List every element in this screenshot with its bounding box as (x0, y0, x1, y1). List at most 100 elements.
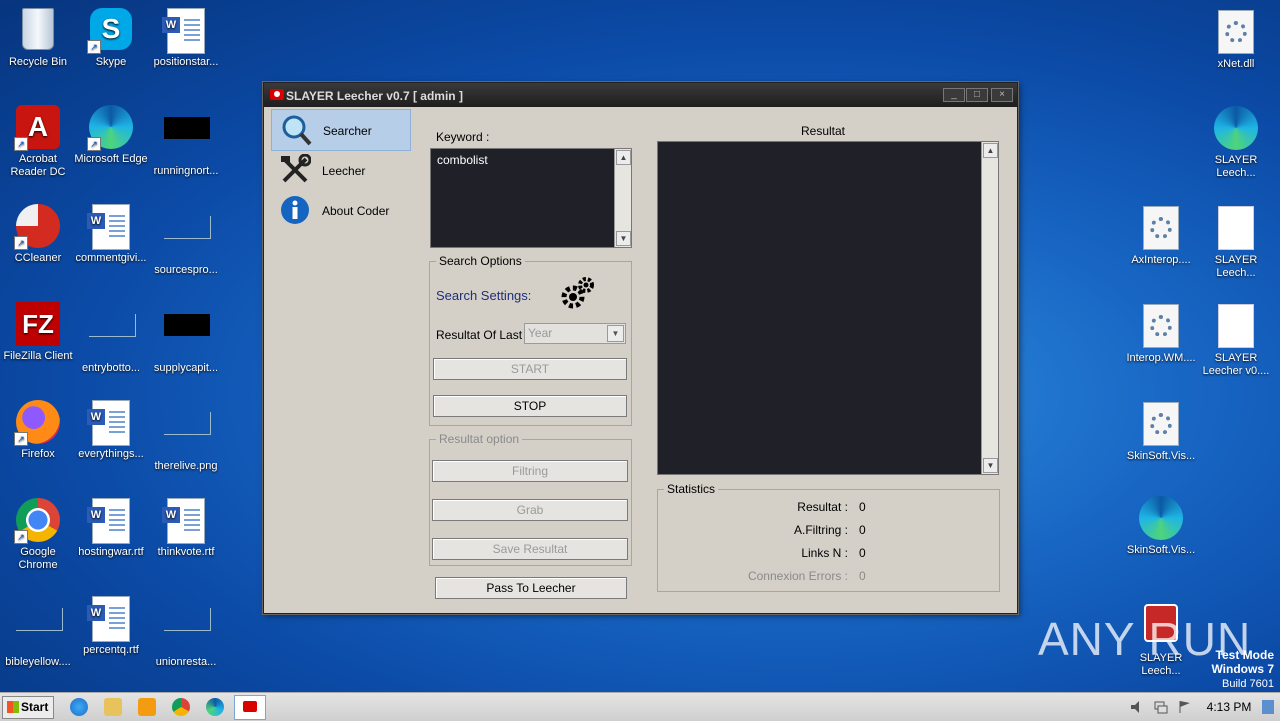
pass-to-leecher-button[interactable]: Pass To Leecher (435, 577, 627, 599)
blank-file-icon[interactable]: SLAYER Leech... (1198, 206, 1274, 280)
results-scrollbar[interactable]: ▲ ▼ (981, 142, 998, 474)
search-options-legend: Search Options (439, 254, 522, 268)
resultat-option-legend: Resultat option (439, 432, 520, 446)
desktop-icon-label: runningnort... (153, 165, 219, 177)
recycle-bin-icon[interactable]: Recycle Bin (0, 8, 76, 69)
slayer-taskbar-button[interactable] (234, 695, 266, 720)
word-doc-icon[interactable]: W everythings... (73, 400, 149, 461)
dll-file-icon[interactable]: AxInterop.... (1123, 206, 1199, 267)
file-icon[interactable]: entrybotto... (73, 302, 149, 375)
dll-file-icon[interactable]: xNet.dll (1198, 10, 1274, 71)
edge-icon[interactable]: SLAYER Leech... (1198, 106, 1274, 180)
word-doc-icon[interactable]: W thinkvote.rtf (148, 498, 224, 559)
stat-afiltring-label: A.Filtring : (793, 523, 848, 537)
recycle-bin-graphic (16, 8, 60, 52)
period-dropdown[interactable]: Year ▼ (524, 323, 626, 344)
grab-button[interactable]: Grab (432, 499, 628, 521)
ccleaner-icon[interactable]: ↗ CCleaner (0, 204, 76, 265)
file-icon[interactable]: sourcespro... (148, 204, 224, 277)
maximize-button[interactable]: □ (966, 88, 988, 102)
edge-taskbar-icon[interactable] (206, 698, 224, 716)
word-doc-icon[interactable]: W commentgivi... (73, 204, 149, 265)
windows-logo-icon (7, 701, 19, 713)
scroll-up-arrow-icon[interactable]: ▲ (616, 150, 631, 165)
stat-links-label: Links N : (801, 546, 848, 560)
magnifier-icon (280, 114, 312, 146)
start-button[interactable]: START (433, 358, 627, 380)
action-center-flag-icon[interactable] (1178, 700, 1192, 714)
search-settings-link[interactable]: Search Settings: (436, 288, 531, 303)
desktop-icon-label: SLAYER Leech... (1214, 254, 1258, 279)
tools-icon (279, 153, 312, 186)
scroll-down-arrow-icon[interactable]: ▼ (616, 231, 631, 246)
desktop-icon-label: Acrobat Reader DC (10, 153, 66, 178)
dll-file-icon[interactable]: Interop.WM.... (1123, 304, 1199, 365)
internet-explorer-icon[interactable] (70, 698, 88, 716)
desktop-icon-label: commentgivi... (75, 252, 147, 264)
file-icon[interactable]: unionresta... (148, 596, 224, 669)
desktop-icon-label: supplycapit... (153, 362, 219, 374)
desktop-icon-label: Google Chrome (18, 546, 58, 571)
blank-file-icon[interactable]: SLAYER Leecher v0.... (1198, 304, 1274, 378)
scroll-down-arrow-icon[interactable]: ▼ (983, 458, 998, 473)
network-icon[interactable] (1154, 700, 1168, 714)
title-bar[interactable]: SLAYER Leecher v0.7 [ admin ] _ □ × (264, 83, 1017, 107)
desktop-icon-label: Interop.WM.... (1126, 352, 1196, 364)
desktop-icon-label: Firefox (21, 448, 55, 460)
desktop-icon-label: AxInterop.... (1131, 254, 1191, 266)
start-button[interactable]: Start (2, 696, 54, 719)
nav-label: About Coder (322, 204, 390, 218)
filezilla-icon[interactable]: FZ FileZilla Client (0, 302, 76, 363)
filtring-button[interactable]: Filtring (432, 460, 628, 482)
file-icon[interactable]: supplycapit... (148, 302, 224, 375)
desktop-icon-label: Skype (95, 56, 127, 68)
close-button[interactable]: × (991, 88, 1013, 102)
show-desktop-button[interactable] (1262, 700, 1274, 714)
edge-icon[interactable]: SkinSoft.Vis... (1123, 496, 1199, 557)
word-doc-icon[interactable]: W positionstar... (148, 8, 224, 69)
desktop-icon-label: SLAYER Leecher v0.... (1202, 352, 1270, 377)
file-icon[interactable]: bibleyellow.... (0, 596, 76, 669)
period-value: Year (528, 326, 553, 340)
desktop-icon-label: SLAYER Leech... (1214, 154, 1258, 179)
results-list[interactable]: ▲ ▼ (657, 141, 999, 475)
image-file-icon[interactable]: therelive.png (148, 400, 224, 473)
chrome-icon[interactable]: ↗ Google Chrome (0, 498, 76, 572)
word-doc-icon[interactable]: W hostingwar.rtf (73, 498, 149, 559)
nav-leecher[interactable]: Leecher (271, 150, 409, 190)
nav-searcher[interactable]: Searcher (271, 109, 411, 151)
gears-icon[interactable] (560, 275, 596, 311)
edge-icon[interactable]: ↗ Microsoft Edge (73, 105, 149, 166)
keyword-scrollbar[interactable]: ▲ ▼ (614, 149, 631, 247)
chevron-down-icon[interactable]: ▼ (607, 325, 624, 342)
windows-version-text: Windows 7 (1211, 662, 1274, 676)
taskbar: Start 4:13 PM (0, 692, 1280, 721)
media-player-icon[interactable] (138, 698, 156, 716)
folder-icon[interactable] (104, 698, 122, 716)
minimize-button[interactable]: _ (943, 88, 965, 102)
chrome-taskbar-icon[interactable] (172, 698, 190, 716)
stat-afiltring-value: 0 (859, 523, 866, 537)
desktop-icon-label: everythings... (78, 448, 144, 460)
slayer-app-icon (243, 701, 257, 712)
firefox-icon[interactable]: ↗ Firefox (0, 400, 76, 461)
word-doc-icon[interactable]: W percentq.rtf (73, 596, 149, 657)
build-text: Build 7601 (1222, 678, 1274, 690)
desktop-icon-label: positionstar... (153, 56, 219, 68)
stop-button[interactable]: STOP (433, 395, 627, 417)
keyword-textarea[interactable]: combolist ▲ ▼ (430, 148, 632, 248)
volume-icon[interactable] (1130, 700, 1144, 714)
nav-label: Leecher (322, 164, 366, 178)
stat-resultat-value: 0 (859, 500, 866, 514)
nav-about-coder[interactable]: About Coder (271, 190, 409, 230)
keyword-label: Keyword : (436, 130, 490, 144)
taskbar-clock[interactable]: 4:13 PM (1200, 700, 1258, 714)
scroll-up-arrow-icon[interactable]: ▲ (983, 143, 998, 158)
dll-file-icon[interactable]: SkinSoft.Vis... (1123, 402, 1199, 463)
acrobat-icon[interactable]: A ↗ Acrobat Reader DC (0, 105, 76, 179)
file-icon[interactable]: runningnort... (148, 105, 224, 178)
save-resultat-button[interactable]: Save Resultat (432, 538, 628, 560)
skype-icon[interactable]: S ↗ Skype (73, 8, 149, 69)
window-title: SLAYER Leecher v0.7 [ admin ] (286, 89, 463, 103)
start-label: Start (21, 700, 49, 714)
